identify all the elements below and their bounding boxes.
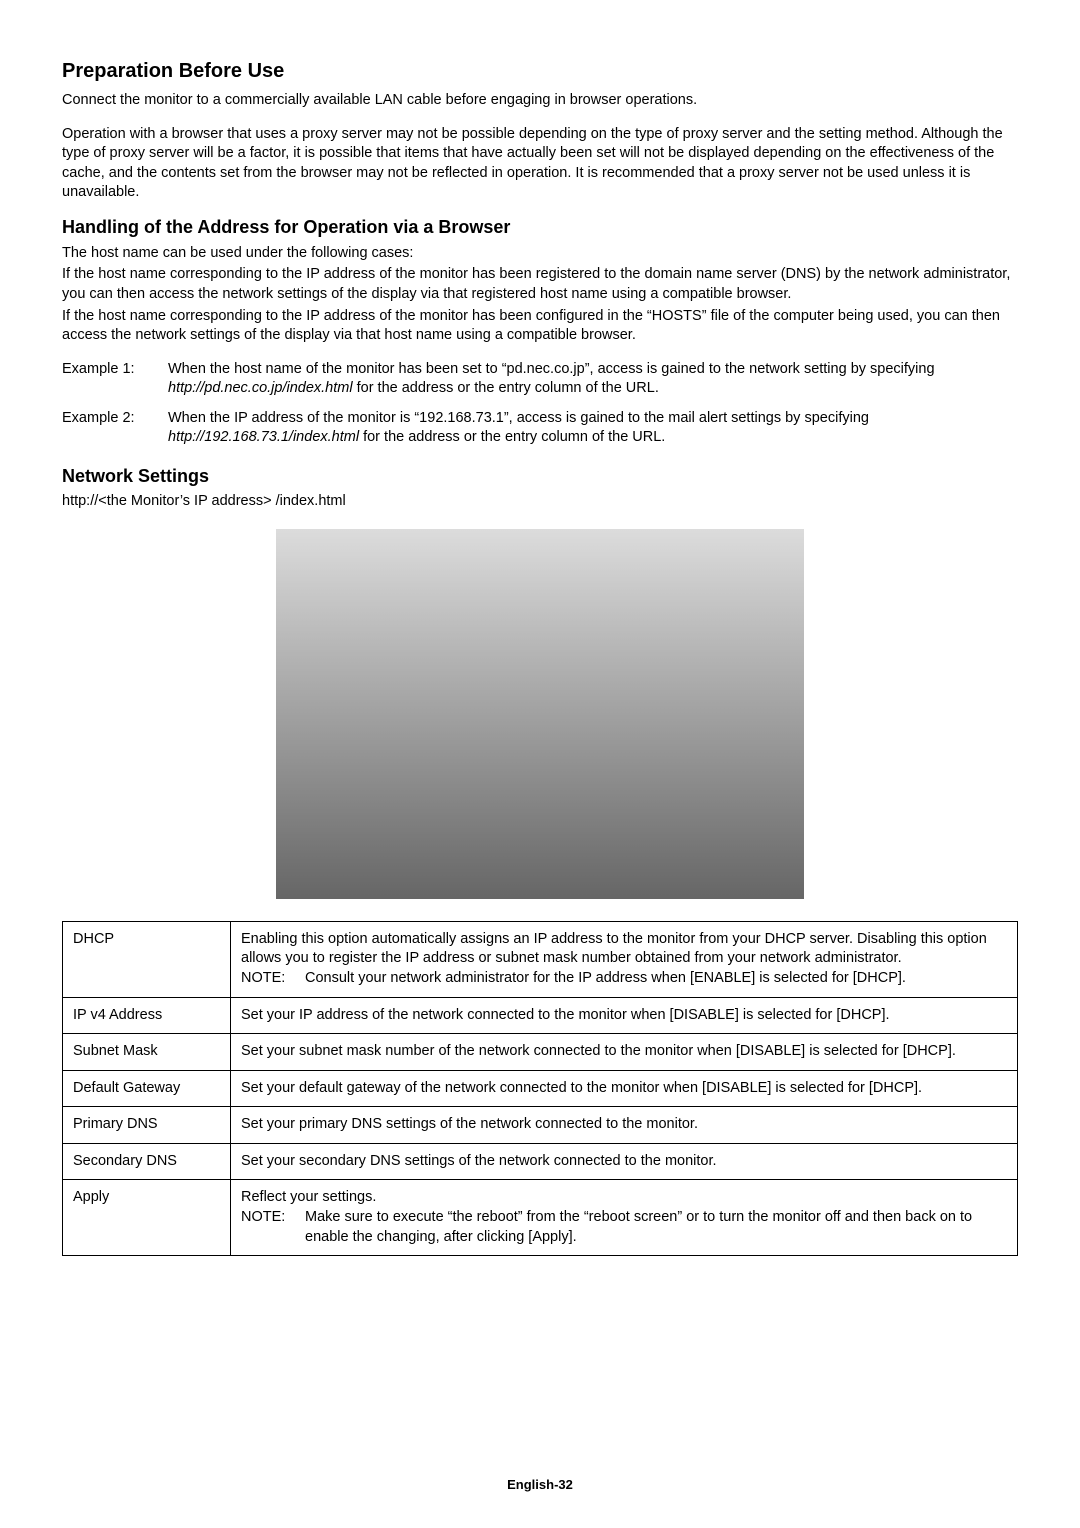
heading-handling-address: Handling of the Address for Operation vi…: [62, 217, 1018, 238]
setting-name: Secondary DNS: [63, 1143, 231, 1180]
page-footer: English-32: [0, 1477, 1080, 1492]
example-2: Example 2: When the IP address of the mo…: [62, 409, 1018, 448]
setting-desc: Reflect your settings.NOTE:Make sure to …: [231, 1180, 1018, 1256]
setting-desc: Set your default gateway of the network …: [231, 1070, 1018, 1107]
example-1-label: Example 1:: [62, 360, 168, 399]
note-body: Make sure to execute “the reboot” from t…: [305, 1208, 1007, 1247]
setting-desc: Enabling this option automatically assig…: [231, 921, 1018, 997]
table-row: IP v4 AddressSet your IP address of the …: [63, 997, 1018, 1034]
table-row: Secondary DNSSet your secondary DNS sett…: [63, 1143, 1018, 1180]
setting-desc: Set your primary DNS settings of the net…: [231, 1107, 1018, 1144]
example-1-post: for the address or the entry column of t…: [353, 380, 659, 396]
para-hostname-intro: The host name can be used under the foll…: [62, 244, 1018, 264]
note-body: Consult your network administrator for t…: [305, 969, 1007, 989]
screenshot-placeholder: [276, 529, 804, 899]
table-row: Default GatewaySet your default gateway …: [63, 1070, 1018, 1107]
network-url-template: http://<the Monitor’s IP address> /index…: [62, 493, 1018, 509]
example-2-pre: When the IP address of the monitor is “1…: [168, 410, 869, 426]
heading-network-settings: Network Settings: [62, 466, 1018, 487]
setting-desc: Set your IP address of the network conne…: [231, 997, 1018, 1034]
table-row: DHCPEnabling this option automatically a…: [63, 921, 1018, 997]
setting-name: IP v4 Address: [63, 997, 231, 1034]
para-proxy: Operation with a browser that uses a pro…: [62, 125, 1018, 203]
example-1: Example 1: When the host name of the mon…: [62, 360, 1018, 399]
example-1-pre: When the host name of the monitor has be…: [168, 361, 935, 377]
example-2-post: for the address or the entry column of t…: [359, 429, 665, 445]
setting-name: DHCP: [63, 921, 231, 997]
example-2-url: http://192.168.73.1/index.html: [168, 429, 359, 445]
example-1-url: http://pd.nec.co.jp/index.html: [168, 380, 353, 396]
setting-desc: Set your secondary DNS settings of the n…: [231, 1143, 1018, 1180]
table-row: Primary DNSSet your primary DNS settings…: [63, 1107, 1018, 1144]
example-2-body: When the IP address of the monitor is “1…: [168, 409, 1018, 448]
para-hostname-hosts: If the host name corresponding to the IP…: [62, 307, 1018, 346]
note-label: NOTE:: [241, 969, 305, 989]
para-connect: Connect the monitor to a commercially av…: [62, 91, 1018, 111]
table-row: Subnet MaskSet your subnet mask number o…: [63, 1034, 1018, 1071]
table-row: ApplyReflect your settings.NOTE:Make sur…: [63, 1180, 1018, 1256]
setting-name: Apply: [63, 1180, 231, 1256]
setting-name: Default Gateway: [63, 1070, 231, 1107]
settings-table: DHCPEnabling this option automatically a…: [62, 921, 1018, 1256]
setting-name: Subnet Mask: [63, 1034, 231, 1071]
heading-preparation: Preparation Before Use: [62, 60, 1018, 83]
para-hostname-dns: If the host name corresponding to the IP…: [62, 265, 1018, 304]
setting-desc: Set your subnet mask number of the netwo…: [231, 1034, 1018, 1071]
note-label: NOTE:: [241, 1208, 305, 1247]
setting-name: Primary DNS: [63, 1107, 231, 1144]
example-2-label: Example 2:: [62, 409, 168, 448]
example-1-body: When the host name of the monitor has be…: [168, 360, 1018, 399]
